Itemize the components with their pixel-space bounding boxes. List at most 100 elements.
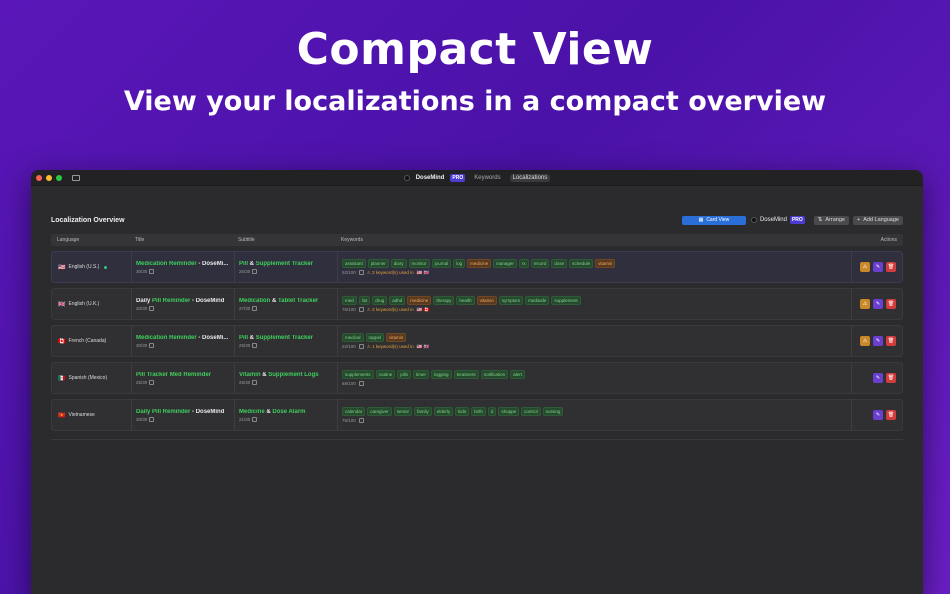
keywords-cell[interactable]: med list drug adhd medicine therapy health vita… <box>338 289 852 319</box>
keyword-chip[interactable]: medical <box>342 332 364 342</box>
keyword-chip[interactable]: rx <box>518 258 529 268</box>
keyword-chip[interactable]: vitamin <box>386 332 407 342</box>
subtitle-cell[interactable]: Pill & Supplement Tracker 25/30 <box>235 252 338 282</box>
header-title[interactable]: Title <box>131 237 234 243</box>
keyword-chip[interactable]: drug <box>372 295 388 305</box>
keywords-cell[interactable]: calendar caregiver senior family elderly kids… <box>338 400 852 430</box>
title-cell[interactable]: Daily Pill Reminder - DoseMind 30/30 <box>132 289 235 319</box>
delete-button[interactable]: 🗑 <box>886 336 896 346</box>
tab-localizations[interactable]: Localizations <box>509 174 551 182</box>
tab-keywords[interactable]: Keywords <box>471 174 503 182</box>
copy-icon[interactable] <box>358 418 364 423</box>
keyword-chip[interactable]: planner <box>367 258 389 268</box>
keywords-cell[interactable]: supplements routine pills timer logging treat… <box>338 363 852 393</box>
keyword-chip[interactable]: d <box>487 407 497 416</box>
subtitle-cell[interactable]: Pill & Supplement Tracker 25/30 <box>235 326 338 356</box>
keyword-chip[interactable]: notification <box>480 370 509 379</box>
keyword-chip[interactable]: record <box>530 258 550 268</box>
keyword-chip[interactable]: alert <box>510 370 525 379</box>
keyword-chip[interactable]: vitamin <box>595 258 616 268</box>
copy-icon[interactable] <box>149 342 155 348</box>
subtitle-cell[interactable]: Medicine & Dose Alarm 21/30 <box>235 400 338 430</box>
edit-button[interactable]: ✎ <box>873 262 883 272</box>
table-row[interactable]: 🇨🇦 French (Canada) Medication Reminder - D… <box>51 325 903 357</box>
app-selector[interactable]: DoseMind PRO <box>750 216 805 224</box>
keyword-chip[interactable]: diary <box>390 258 407 268</box>
table-row[interactable]: 🇺🇸 English (U.S.) Medication Reminder - Do… <box>51 251 903 283</box>
edit-button[interactable]: ✎ <box>873 410 883 420</box>
copy-icon[interactable] <box>149 416 155 422</box>
keyword-chip[interactable]: control <box>521 407 541 416</box>
header-language[interactable]: Language <box>51 237 131 243</box>
copy-icon[interactable] <box>149 268 155 274</box>
add-language-button[interactable]: + Add Language <box>852 215 903 225</box>
warning-button[interactable]: ⚠ <box>860 262 870 272</box>
keyword-chip[interactable]: supplements <box>342 370 374 379</box>
header-keywords[interactable]: Keywords <box>337 237 853 243</box>
copy-icon[interactable] <box>252 379 258 385</box>
keyword-chip[interactable]: logging <box>431 370 452 379</box>
warning-button[interactable]: ⚠ <box>860 336 870 346</box>
edit-button[interactable]: ✎ <box>873 373 883 383</box>
keyword-chip[interactable]: journal <box>431 258 452 268</box>
keyword-chip[interactable]: kids <box>455 407 470 416</box>
keyword-chip[interactable]: medicine <box>467 258 492 268</box>
keywords-cell[interactable]: medical rappel vitamin 22/100 ⚠ 1 keyword(s)… <box>338 326 852 356</box>
keyword-chip[interactable]: list <box>358 295 371 305</box>
table-row[interactable]: 🇻🇳 Vietnamese Daily Pill Reminder - DoseMi… <box>51 399 903 431</box>
card-view-button[interactable]: ▦ Card View <box>681 215 746 225</box>
keyword-chip[interactable]: senior <box>393 407 413 416</box>
keyword-chip[interactable]: log <box>453 258 466 268</box>
keyword-chip[interactable]: nursing <box>542 407 564 416</box>
title-cell[interactable]: Medication Reminder - DoseMi... 30/30 <box>132 326 235 356</box>
copy-icon[interactable] <box>252 305 258 311</box>
title-cell[interactable]: Pill Tracker Med Reminder 25/30 <box>132 363 235 393</box>
keyword-chip[interactable]: medicine <box>407 295 432 305</box>
keyword-chip[interactable]: birth <box>471 407 486 416</box>
keyword-chip[interactable]: shoppe <box>498 407 520 416</box>
copy-icon[interactable] <box>358 381 364 386</box>
keyword-chip[interactable]: dose <box>551 258 568 268</box>
title-cell[interactable]: Daily Pill Reminder - DoseMind 30/30 <box>132 400 235 430</box>
keyword-chip[interactable]: schedule <box>569 258 594 268</box>
table-row[interactable]: 🇲🇽 Spanish (Mexico) Pill Tracker Med Remin… <box>51 362 903 394</box>
table-row[interactable]: 🇬🇧 English (U.K.) Daily Pill Reminder - Do… <box>51 288 903 320</box>
title-cell[interactable]: Medication Reminder - DoseMi... 30/30 <box>132 252 235 282</box>
keyword-chip[interactable]: calendar <box>342 407 366 416</box>
keyword-chip[interactable]: health <box>456 295 475 305</box>
keyword-chip[interactable]: caregiver <box>367 407 392 416</box>
delete-button[interactable]: 🗑 <box>886 410 896 420</box>
copy-icon[interactable] <box>149 379 155 385</box>
keyword-chip[interactable]: elderly <box>433 407 454 416</box>
keyword-chip[interactable]: vitamin <box>476 295 497 305</box>
keyword-chip[interactable]: timer <box>413 370 430 379</box>
keywords-cell[interactable]: assistant planner diary monitor journal log me… <box>338 252 852 282</box>
copy-icon[interactable] <box>252 416 258 422</box>
delete-button[interactable]: 🗑 <box>886 299 896 309</box>
copy-icon[interactable] <box>252 268 258 274</box>
edit-button[interactable]: ✎ <box>873 336 883 346</box>
subtitle-cell[interactable]: Vitamin & Supplement Logs 25/30 <box>235 363 338 393</box>
keyword-chip[interactable]: med <box>342 295 357 305</box>
keyword-chip[interactable]: adhd <box>389 295 406 305</box>
keyword-chip[interactable]: manager <box>493 258 517 268</box>
edit-button[interactable]: ✎ <box>873 299 883 309</box>
copy-icon[interactable] <box>149 305 155 311</box>
keyword-chip[interactable]: medisafe <box>525 295 550 305</box>
keyword-chip[interactable]: supplement <box>551 295 581 305</box>
keyword-chip[interactable]: family <box>414 407 432 416</box>
keyword-chip[interactable]: monitor <box>408 258 430 268</box>
copy-icon[interactable] <box>252 342 258 348</box>
keyword-chip[interactable]: assistant <box>342 258 366 268</box>
warning-button[interactable]: ⚠ <box>860 299 870 309</box>
copy-icon[interactable] <box>358 270 364 275</box>
keyword-chip[interactable]: pills <box>397 370 412 379</box>
keyword-chip[interactable]: treatment <box>453 370 479 379</box>
subtitle-cell[interactable]: Medication & Tablet Tracker 27/30 <box>235 289 338 319</box>
copy-icon[interactable] <box>358 307 364 312</box>
keyword-chip[interactable]: rappel <box>365 332 385 342</box>
delete-button[interactable]: 🗑 <box>886 262 896 272</box>
header-subtitle[interactable]: Subtitle <box>234 237 337 243</box>
keyword-chip[interactable]: therapy <box>433 295 455 305</box>
keyword-chip[interactable]: routine <box>375 370 396 379</box>
